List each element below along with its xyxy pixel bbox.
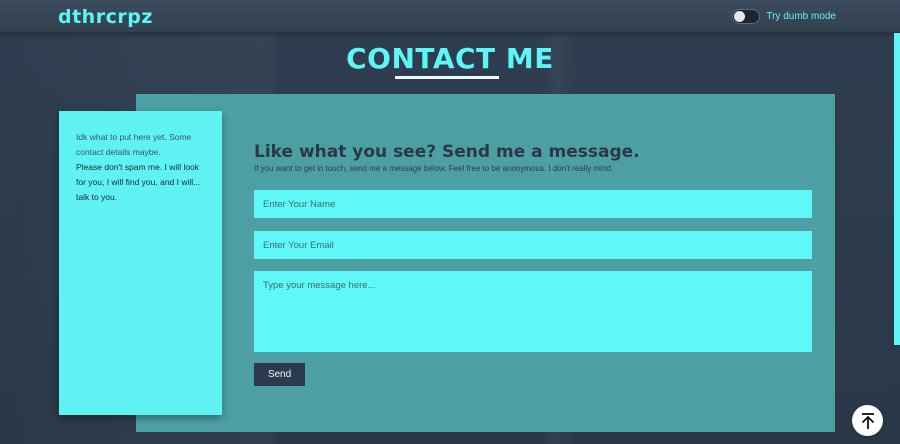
form-heading: Like what you see? Send me a message. [254, 142, 640, 162]
dumb-mode-label[interactable]: Try dumb mode [766, 11, 836, 22]
arrow-up-icon [861, 412, 874, 429]
email-input[interactable]: Enter Your Email [254, 231, 812, 259]
dumb-mode-toggle-group[interactable]: Try dumb mode [732, 9, 836, 24]
toggle-knob [734, 11, 746, 22]
name-placeholder: Enter Your Name [263, 198, 336, 210]
message-textarea[interactable]: Type your message here... [254, 271, 812, 352]
scrollbar-thumb[interactable] [894, 33, 900, 345]
dumb-mode-toggle[interactable] [732, 9, 761, 24]
brand-logo[interactable]: dthrcrpz [58, 6, 153, 28]
name-input[interactable]: Enter Your Name [254, 190, 812, 218]
email-placeholder: Enter Your Email [263, 239, 334, 251]
navbar: dthrcrpz Try dumb mode [0, 0, 900, 33]
title-underline [395, 76, 499, 79]
contact-form-header: Like what you see? Send me a message. If… [254, 142, 812, 173]
page-title: CONTACT ME [346, 42, 554, 75]
info-card: Idk what to put here yet. Some contact d… [59, 111, 222, 415]
info-text-warning: Please don't spam me. I will look for yo… [76, 162, 201, 202]
form-subheading: If you want to get in touch, send me a m… [254, 164, 614, 173]
send-button[interactable]: Send [254, 363, 305, 386]
scroll-to-top-button[interactable] [852, 405, 883, 436]
message-placeholder: Type your message here... [263, 280, 376, 291]
info-text-details: Idk what to put here yet. Some contact d… [76, 132, 192, 157]
